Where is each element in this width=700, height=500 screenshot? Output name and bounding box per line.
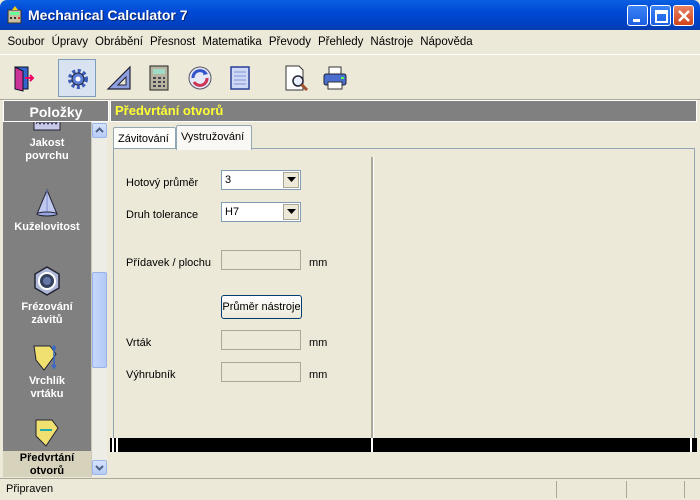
status-panel: [556, 481, 557, 498]
band-line: [690, 438, 692, 452]
menu-matematika[interactable]: Matematika: [199, 32, 265, 52]
calculator-button[interactable]: [140, 59, 178, 97]
band-line: [116, 438, 118, 452]
refresh-icon: [188, 66, 212, 90]
nav-label: Kuželovitost: [14, 221, 80, 233]
minimize-button[interactable]: [627, 5, 648, 26]
thread-milling-nut-icon: [34, 266, 60, 296]
finished-diameter-value: 3: [225, 174, 232, 186]
dropdown-arrow-icon: [287, 209, 296, 214]
geometry-button[interactable]: [100, 59, 138, 97]
allowance-field: [221, 250, 301, 270]
set-square-icon: [106, 65, 131, 90]
nav-label: Frézování: [21, 301, 73, 313]
exit-button[interactable]: [4, 59, 42, 97]
tolerance-label: Druh tolerance: [126, 209, 199, 221]
dropdown-arrow-icon: [287, 177, 296, 182]
status-text: Připraven: [6, 483, 54, 495]
nav-item-taper[interactable]: Kuželovitost: [3, 188, 91, 234]
tolerance-select[interactable]: H7: [221, 202, 301, 222]
nav-item-thread-milling[interactable]: Frézování závitů: [3, 264, 91, 327]
drill-unit: mm: [309, 337, 328, 349]
minimize-icon: [633, 19, 640, 22]
print-button[interactable]: [316, 59, 354, 97]
drill-tip-icon: [33, 344, 57, 371]
close-icon: [678, 10, 690, 22]
calculator-app-icon: [6, 6, 24, 24]
title-bar[interactable]: Mechanical Calculator 7: [0, 0, 700, 30]
status-bar: Připraven: [0, 478, 700, 500]
allowance-unit: mm: [309, 257, 328, 269]
nav-label: Jakost: [29, 137, 65, 149]
menu-soubor[interactable]: Soubor: [4, 32, 48, 52]
calculator-icon: [149, 65, 169, 91]
menu-presnost[interactable]: Přesnost: [146, 32, 198, 52]
tab-vystruzovani[interactable]: Vystružování: [176, 125, 252, 150]
toolbar: [0, 54, 700, 100]
chevron-up-icon: [95, 127, 104, 133]
nav-item-pre-drilling[interactable]: Předvrtání otvorů: [3, 418, 91, 477]
items-scrollbar[interactable]: [91, 122, 107, 477]
band-line: [112, 438, 114, 452]
menu-upravy[interactable]: Úpravy: [48, 32, 91, 52]
scroll-thumb[interactable]: [92, 272, 107, 368]
gear-settings-icon: [68, 69, 88, 89]
notes-button[interactable]: [221, 59, 259, 97]
menu-nastroje[interactable]: Nástroje: [367, 32, 417, 52]
menu-prehledy[interactable]: Přehledy: [315, 32, 367, 52]
menu-bar: Soubor Úpravy Obrábění Přesnost Matemati…: [4, 32, 476, 52]
finished-diameter-select[interactable]: 3: [221, 170, 301, 190]
panel-footer: [110, 452, 697, 477]
nav-label: závitů: [31, 314, 63, 326]
printer-icon: [323, 66, 347, 90]
chevron-down-icon: [95, 465, 104, 471]
pre-drilling-icon: [35, 419, 59, 447]
dropdown-button[interactable]: [283, 204, 299, 220]
black-band: [110, 438, 697, 452]
tool-diameter-button[interactable]: Průměr nástroje: [221, 295, 302, 319]
tab-zavitovani[interactable]: Závitování: [113, 127, 176, 149]
items-list: Jakost povrchu Kuželovitost Frézování závi…: [3, 122, 91, 477]
scroll-down-button[interactable]: [92, 460, 107, 475]
close-button[interactable]: [673, 5, 694, 26]
print-preview-icon: [285, 65, 309, 92]
dropdown-button[interactable]: [283, 172, 299, 188]
exit-door-icon: [14, 66, 35, 92]
reamer-field: [221, 362, 301, 382]
section-title: Předvrtání otvorů: [110, 100, 697, 122]
reamer-unit: mm: [309, 369, 328, 381]
settings-button[interactable]: [58, 59, 96, 97]
conversion-button[interactable]: [181, 59, 219, 97]
nav-item-drill-tip[interactable]: Vrchlík vrtáku: [3, 342, 91, 401]
window-title: Mechanical Calculator 7: [28, 7, 188, 23]
menu-obrabeni[interactable]: Obrábění: [92, 32, 147, 52]
items-header: Položky: [3, 100, 109, 122]
panel-divider: [371, 157, 374, 453]
nav-label: vrtáku: [30, 388, 64, 400]
nav-label: otvorů: [29, 465, 65, 477]
size-grip[interactable]: [684, 481, 685, 498]
surface-roughness-icon: [33, 122, 61, 131]
menu-prevody[interactable]: Převody: [265, 32, 314, 52]
menu-napoveda[interactable]: Nápověda: [417, 32, 476, 52]
drill-label: Vrták: [126, 337, 152, 349]
status-panel: [626, 481, 627, 498]
print-preview-button[interactable]: [277, 59, 315, 97]
nav-label: Předvrtání: [19, 452, 75, 464]
maximize-button[interactable]: [650, 5, 671, 26]
reamer-label: Výhrubník: [126, 369, 176, 381]
nav-label: Vrchlík: [28, 375, 66, 387]
notebook-icon: [230, 66, 250, 90]
scroll-up-button[interactable]: [92, 123, 107, 138]
allowance-label: Přídavek / plochu: [126, 257, 211, 269]
tab-page: Hotový průměr 3 Druh tolerance H7 Přídav…: [113, 148, 695, 439]
cone-icon: [36, 188, 58, 217]
tolerance-value: H7: [225, 206, 240, 218]
drill-field: [221, 330, 301, 350]
nav-label: povrchu: [25, 150, 69, 162]
nav-item-surface-roughness[interactable]: Jakost povrchu: [3, 122, 91, 163]
finished-diameter-label: Hotový průměr: [126, 177, 199, 189]
band-line: [371, 438, 373, 452]
maximize-icon: [655, 10, 668, 23]
